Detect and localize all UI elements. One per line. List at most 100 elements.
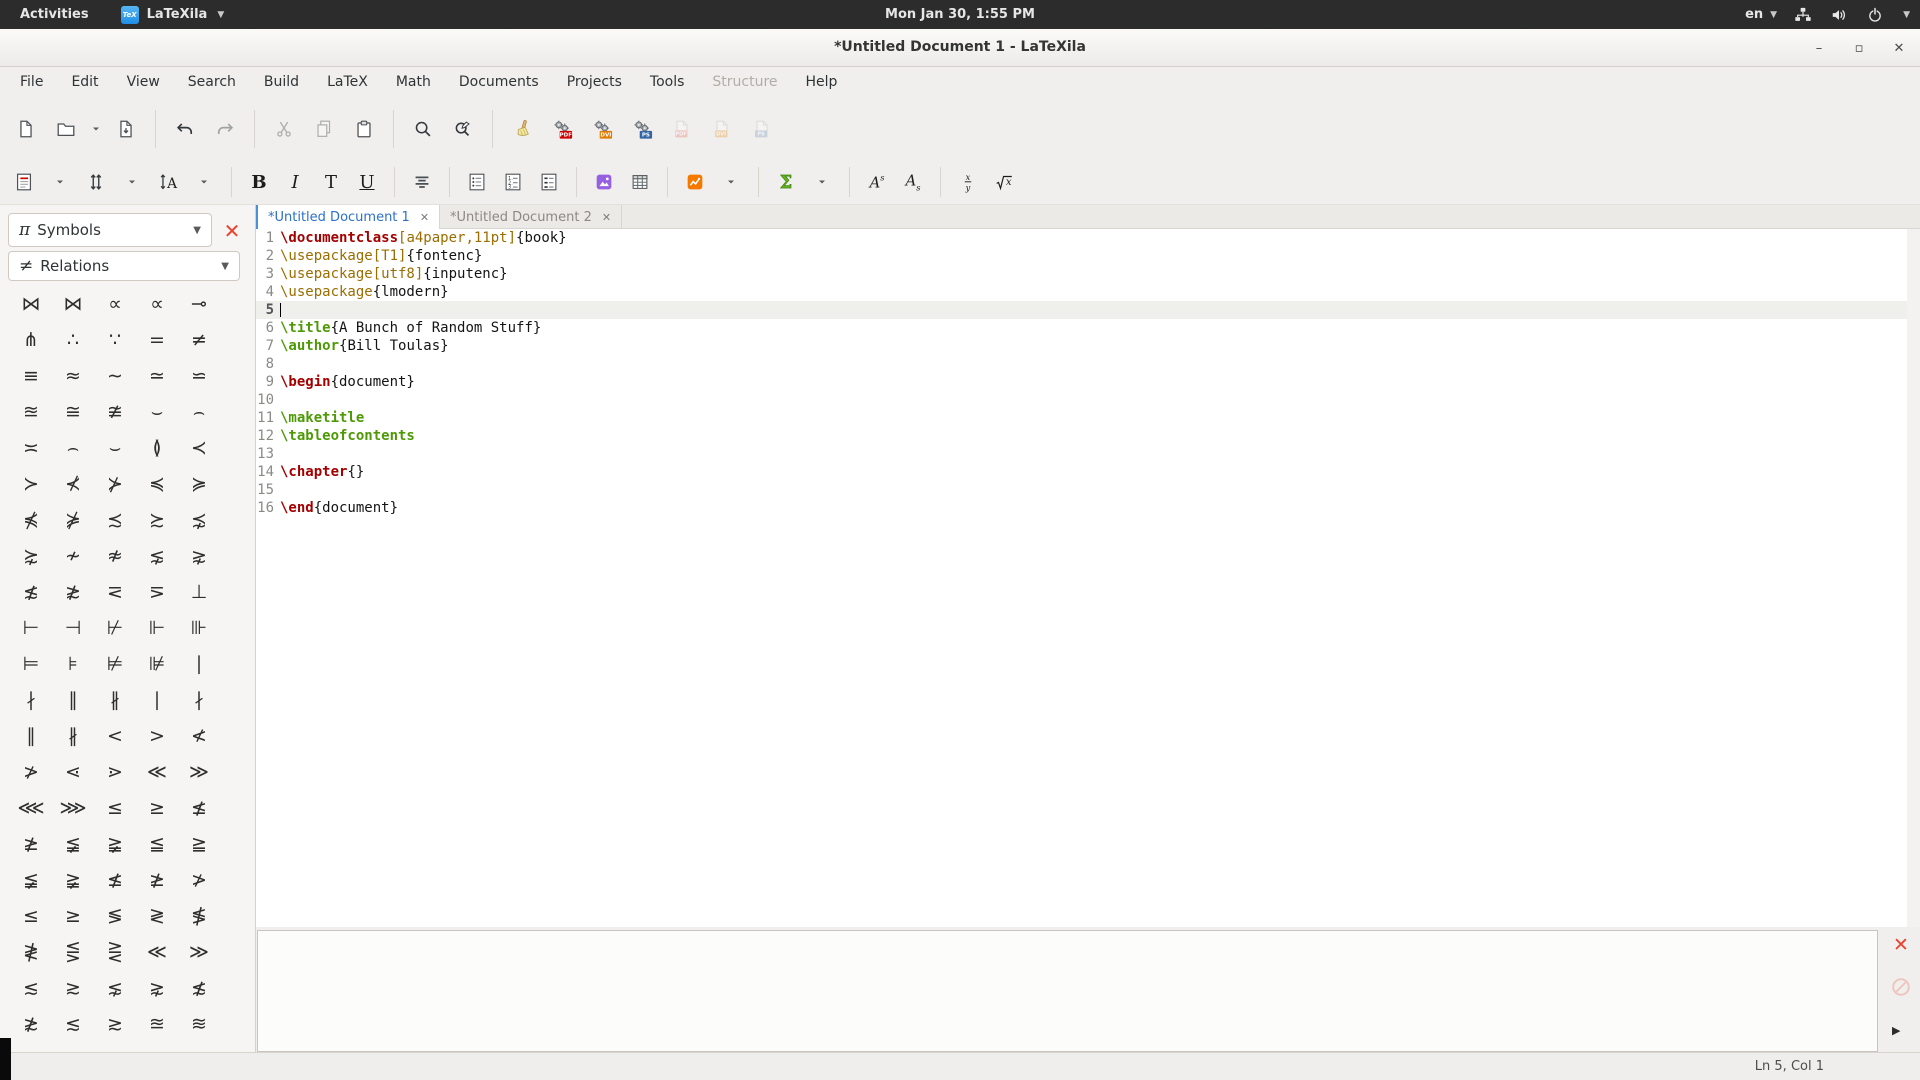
menu-tools[interactable]: Tools	[636, 69, 699, 95]
symbol-button[interactable]: <	[94, 718, 136, 754]
symbol-button[interactable]: ⌢	[178, 394, 220, 430]
symbol-button[interactable]: ⊪	[178, 610, 220, 646]
symbol-button[interactable]: ≦	[136, 826, 178, 862]
math-functions-dropdown[interactable]	[804, 164, 840, 200]
math-functions-button[interactable]: Σ	[768, 164, 804, 200]
symbol-button[interactable]: ≲	[10, 970, 52, 1006]
symbol-button[interactable]: ≱	[136, 862, 178, 898]
symbol-button[interactable]: ⋖	[52, 754, 94, 790]
sectioning-dropdown[interactable]	[42, 164, 78, 200]
symbol-button[interactable]: ≱	[10, 826, 52, 862]
italic-button[interactable]: I	[277, 164, 313, 200]
symbol-button[interactable]: ⋧	[178, 538, 220, 574]
symbol-button[interactable]: ≳	[94, 1006, 136, 1042]
volume-icon[interactable]	[1829, 5, 1849, 25]
math-environments-button[interactable]	[677, 164, 713, 200]
symbol-button[interactable]: ⊩	[136, 610, 178, 646]
symbol-button[interactable]: ≩	[52, 862, 94, 898]
code-line-11[interactable]: 11\maketitle	[256, 409, 1907, 427]
math-environments-dropdown[interactable]	[713, 164, 749, 200]
subscript-button[interactable]: As	[895, 164, 931, 200]
side-panel-close-button[interactable]: ✕	[218, 217, 246, 245]
symbol-button[interactable]: ⋈	[52, 286, 94, 322]
side-panel-selector[interactable]: π Symbols ▼	[8, 213, 212, 247]
symbol-button[interactable]: ≩	[94, 826, 136, 862]
symbol-button[interactable]: ⋍	[178, 358, 220, 394]
symbol-button[interactable]: ≫	[178, 754, 220, 790]
symbol-button[interactable]: ⋦	[136, 538, 178, 574]
symbol-button[interactable]: ∥	[52, 682, 94, 718]
code-line-5[interactable]: 5	[256, 301, 1907, 319]
symbol-button[interactable]: ∝	[136, 286, 178, 322]
clock[interactable]: Mon Jan 30, 1:55 PM	[0, 7, 1920, 22]
symbol-button[interactable]: ⌢	[52, 430, 94, 466]
symbol-button[interactable]: ≬	[136, 430, 178, 466]
symbol-button[interactable]: ⊣	[52, 610, 94, 646]
symbol-button[interactable]: ≸	[178, 898, 220, 934]
symbol-button[interactable]: ⋩	[10, 538, 52, 574]
symbol-button[interactable]: ≨	[10, 862, 52, 898]
minimize-button[interactable]: –	[1806, 35, 1832, 61]
symbol-button[interactable]: ≤	[10, 898, 52, 934]
symbol-button[interactable]: ⊥	[178, 574, 220, 610]
editor-scrollbar[interactable]	[1907, 229, 1920, 927]
fraction-button[interactable]: xy	[950, 164, 986, 200]
menu-view[interactable]: View	[113, 69, 174, 95]
symbol-button[interactable]: ≯	[178, 862, 220, 898]
symbol-button[interactable]: ⊸	[178, 286, 220, 322]
symbol-button[interactable]: ≈	[52, 358, 94, 394]
symbol-button[interactable]: ∦	[52, 718, 94, 754]
symbol-button[interactable]: ≻	[10, 466, 52, 502]
code-line-15[interactable]: 15	[256, 481, 1907, 499]
symbol-button[interactable]: ⋗	[94, 754, 136, 790]
list-itemize-button[interactable]	[459, 164, 495, 200]
source-editor[interactable]: 1\documentclass[a4paper,11pt]{book}2\use…	[256, 229, 1907, 927]
undo-button[interactable]	[165, 107, 205, 151]
symbol-button[interactable]: ≶	[94, 898, 136, 934]
symbol-button[interactable]: ≳	[52, 970, 94, 1006]
menu-file[interactable]: File	[6, 69, 57, 95]
symbol-button[interactable]: ≽	[178, 466, 220, 502]
symbol-button[interactable]: ∣	[136, 682, 178, 718]
tab-close-icon[interactable]: ✕	[420, 211, 429, 224]
line-spacing-button[interactable]	[78, 164, 114, 200]
symbol-button[interactable]: ⋦	[94, 970, 136, 1006]
symbol-button[interactable]: ≼	[136, 466, 178, 502]
symbol-button[interactable]: ⊬	[94, 610, 136, 646]
symbol-button[interactable]: ≹	[10, 934, 52, 970]
symbol-category-select[interactable]: ≠ Relations ▼	[8, 251, 240, 281]
symbol-button[interactable]: ⋛	[94, 934, 136, 970]
symbol-button[interactable]: ∼	[94, 358, 136, 394]
symbol-button[interactable]: ⋝	[136, 574, 178, 610]
symbol-button[interactable]: ⋠	[10, 502, 52, 538]
menu-latex[interactable]: LaTeX	[313, 69, 382, 95]
symbol-button[interactable]: ⊀	[52, 466, 94, 502]
insert-image-button[interactable]	[586, 164, 622, 200]
insert-table-button[interactable]	[622, 164, 658, 200]
symbol-button[interactable]: ≴	[178, 970, 220, 1006]
symbol-button[interactable]: ∦	[94, 682, 136, 718]
chevron-down-icon[interactable]: ▼	[1903, 10, 1910, 20]
symbol-button[interactable]: ≰	[178, 790, 220, 826]
symbol-button[interactable]: ≰	[94, 862, 136, 898]
keyboard-layout-indicator[interactable]: en ▼	[1745, 7, 1777, 22]
compile-ps-button[interactable]: PS	[622, 107, 662, 151]
symbol-button[interactable]: ≵	[10, 1006, 52, 1042]
symbol-button[interactable]: ⋙	[52, 790, 94, 826]
sectioning-button[interactable]	[6, 164, 42, 200]
symbol-button[interactable]: ∵	[94, 322, 136, 358]
symbol-button[interactable]: ≠	[178, 322, 220, 358]
symbol-button[interactable]: ≨	[52, 826, 94, 862]
power-icon[interactable]	[1865, 5, 1885, 25]
symbol-button[interactable]: ⋘	[10, 790, 52, 826]
menu-projects[interactable]: Projects	[553, 69, 636, 95]
symbol-button[interactable]: ⌣	[136, 394, 178, 430]
superscript-button[interactable]: As	[859, 164, 895, 200]
menu-search[interactable]: Search	[174, 69, 250, 95]
symbol-button[interactable]: ≪	[136, 754, 178, 790]
symbol-button[interactable]: ⊢	[10, 610, 52, 646]
code-line-6[interactable]: 6\title{A Bunch of Random Stuff}	[256, 319, 1907, 337]
code-line-2[interactable]: 2\usepackage[T1]{fontenc}	[256, 247, 1907, 265]
symbol-button[interactable]: ∴	[52, 322, 94, 358]
center-environment-button[interactable]	[404, 164, 440, 200]
